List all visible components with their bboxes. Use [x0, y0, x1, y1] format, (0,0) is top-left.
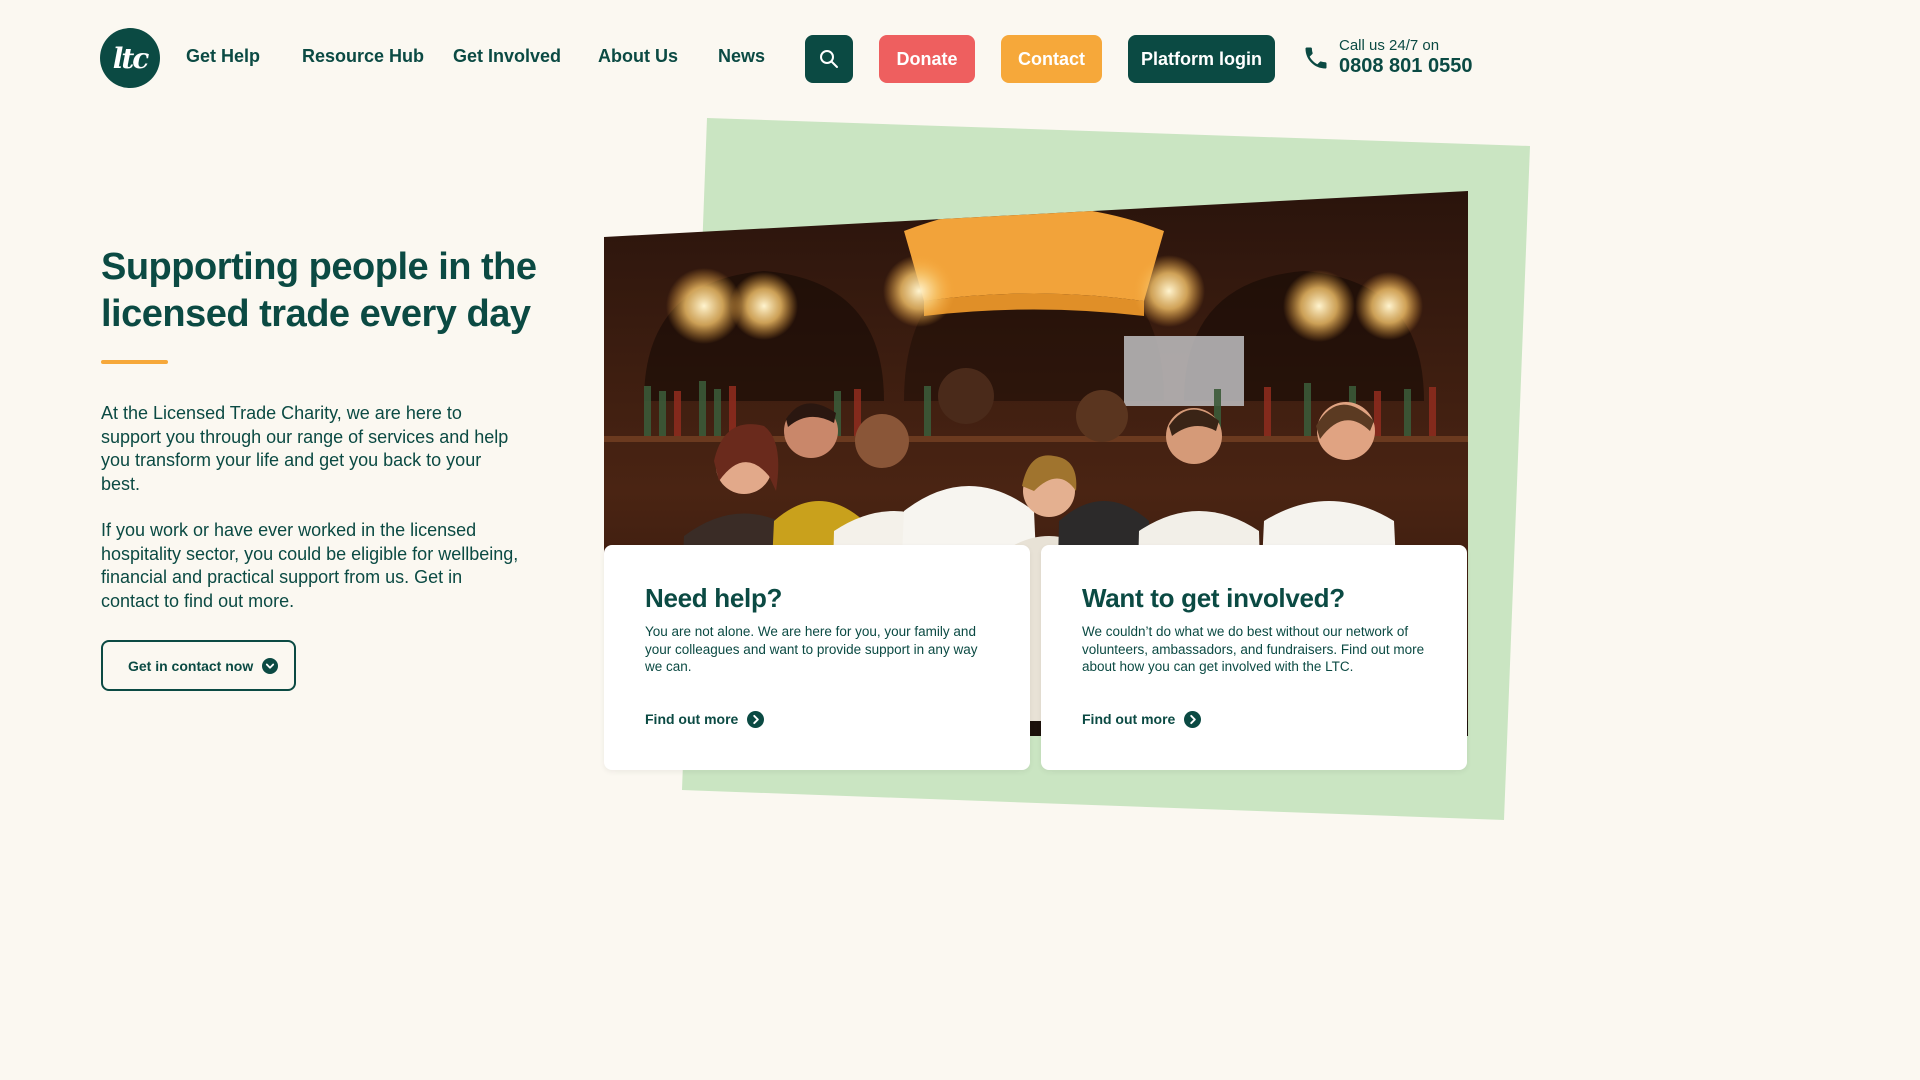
call-label: Call us 24/7 on [1339, 37, 1440, 54]
get-in-contact-button[interactable]: Get in contact now [101, 640, 296, 691]
card-text: We couldn’t do what we do best without o… [1082, 624, 1425, 674]
contact-button[interactable]: Contact [1001, 35, 1102, 83]
search-button[interactable] [805, 35, 853, 83]
nav-resource-hub[interactable]: Resource Hub [302, 46, 424, 67]
phone-number-link[interactable]: 0808 801 0550 [1339, 55, 1472, 78]
card-title: Want to get involved? [1082, 583, 1345, 613]
find-out-more-link[interactable]: Find out more [1082, 711, 1175, 727]
find-out-more-link[interactable]: Find out more [645, 711, 738, 727]
platform-login-button[interactable]: Platform login [1128, 35, 1275, 83]
need-help-card: Need help? You are not alone. We are her… [604, 545, 1030, 770]
hero-paragraph-2: If you work or have ever worked in the l… [101, 520, 519, 611]
chevron-down-icon [262, 658, 278, 674]
hero-paragraph-1: At the Licensed Trade Charity, we are he… [101, 403, 509, 494]
get-involved-card: Want to get involved? We couldn’t do wha… [1041, 545, 1467, 770]
nav-get-involved[interactable]: Get Involved [453, 46, 561, 67]
get-in-contact-label: Get in contact now [128, 657, 254, 674]
hero-title: Supporting people in the licensed trade … [101, 246, 537, 335]
nav-get-help[interactable]: Get Help [186, 46, 260, 67]
phone-icon [1305, 47, 1327, 69]
chevron-right-icon[interactable] [747, 711, 764, 728]
title-accent-divider [101, 360, 168, 364]
nav-news[interactable]: News [718, 46, 765, 67]
chevron-right-icon[interactable] [1184, 711, 1201, 728]
donate-button[interactable]: Donate [879, 35, 975, 83]
search-icon [820, 50, 838, 68]
card-title: Need help? [645, 583, 783, 613]
card-text: You are not alone. We are here for you, … [645, 624, 978, 674]
ltc-logo[interactable]: ltc [100, 28, 160, 88]
nav-about-us[interactable]: About Us [598, 46, 678, 67]
